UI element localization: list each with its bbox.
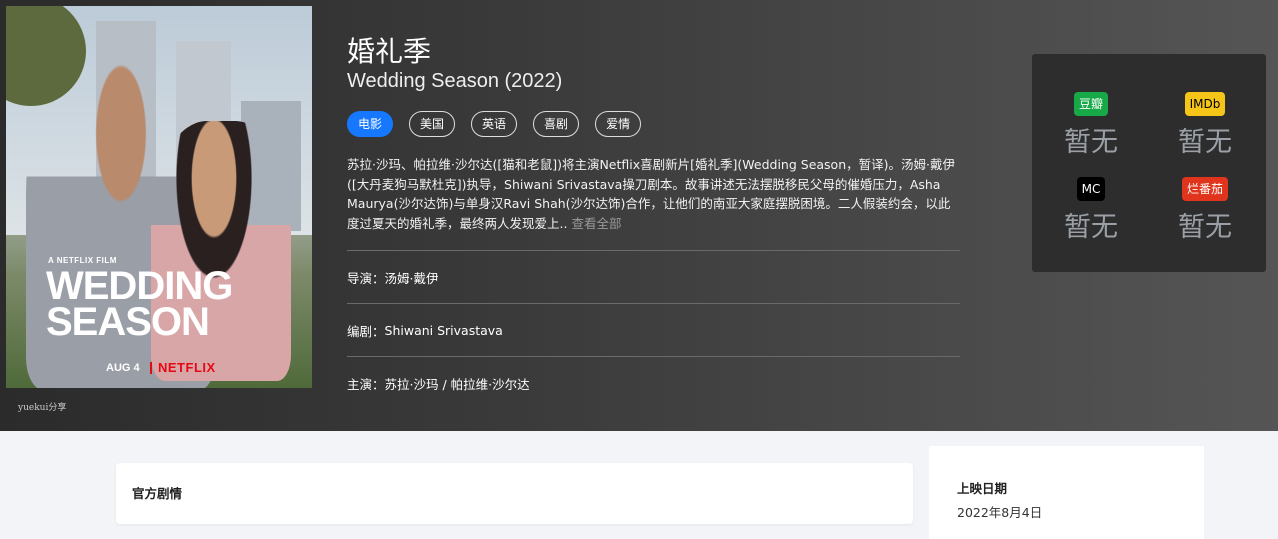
movie-title-en: Wedding Season (2022) xyxy=(347,70,563,92)
poster-title: WEDDING SEASON xyxy=(46,264,233,344)
poster-title-line2: SEASON xyxy=(46,300,210,344)
release-date-value: 2022年8月4日 xyxy=(957,505,1043,520)
summary-text: 苏拉·沙玛、帕拉维·沙尔达([猫和老鼠])将主演Netflix喜剧新片[婚礼季]… xyxy=(347,157,955,231)
poster-title-line1: WEDDING xyxy=(46,264,233,308)
credit-value[interactable]: 苏拉·沙玛 / 帕拉维·沙尔达 xyxy=(385,374,530,393)
credit-value[interactable]: 汤姆·戴伊 xyxy=(385,268,439,287)
tag-movie[interactable]: 电影 xyxy=(347,111,394,137)
rating-score: 暂无 xyxy=(1064,212,1118,243)
official-plot-heading: 官方剧情 xyxy=(132,486,183,501)
movie-title-cn: 婚礼季 xyxy=(347,35,432,68)
rating-score: 暂无 xyxy=(1064,127,1118,158)
release-date-label: 上映日期 xyxy=(957,481,1008,496)
poster-brand: NETFLIX xyxy=(158,360,216,375)
movie-summary: 苏拉·沙玛、帕拉维·沙尔达([猫和老鼠])将主演Netflix喜剧新片[婚礼季]… xyxy=(347,155,959,233)
credits-list: 导演： 汤姆·戴伊 编剧： Shiwani Srivastava 主演： 苏拉·… xyxy=(347,250,960,409)
rating-score: 暂无 xyxy=(1178,212,1232,243)
credit-value[interactable]: Shiwani Srivastava xyxy=(385,323,503,338)
tag-comedy[interactable]: 喜剧 xyxy=(533,111,580,137)
official-plot-card: 官方剧情 xyxy=(116,463,913,524)
credit-label: 导演： xyxy=(347,270,385,286)
tag-romance[interactable]: 爱情 xyxy=(595,111,642,137)
rating-score: 暂无 xyxy=(1178,127,1232,158)
credit-label: 主演： xyxy=(347,376,385,392)
movie-hero: A NETFLIX FILM WEDDING SEASON AUG 4 NETF… xyxy=(0,0,1278,431)
view-all-link[interactable]: 查看全部 xyxy=(571,216,621,231)
douban-icon: 豆瓣 xyxy=(1073,92,1108,116)
watermark-text: yuekui分享 xyxy=(18,403,67,413)
credit-label: 编剧： xyxy=(347,323,385,339)
rating-douban[interactable]: 豆瓣 暂无 xyxy=(1036,92,1146,159)
release-info-card: 上映日期 2022年8月4日 xyxy=(929,446,1204,539)
poster-date: AUG 4 xyxy=(106,362,140,374)
rating-rotten-tomatoes[interactable]: 烂番茄 暂无 xyxy=(1150,177,1260,244)
genre-tag-list: 电影 美国 英语 喜剧 爱情 xyxy=(347,111,642,137)
rating-imdb[interactable]: IMDb 暂无 xyxy=(1150,92,1260,159)
rotten-tomatoes-icon: 烂番茄 xyxy=(1181,177,1228,201)
metacritic-icon: MC xyxy=(1076,177,1106,201)
credit-row-cast: 主演： 苏拉·沙玛 / 帕拉维·沙尔达 xyxy=(347,356,960,409)
credit-row-writer: 编剧： Shiwani Srivastava xyxy=(347,303,960,356)
poster-divider xyxy=(150,362,152,374)
movie-poster[interactable]: A NETFLIX FILM WEDDING SEASON AUG 4 NETF… xyxy=(6,6,312,388)
ratings-panel: 豆瓣 暂无 IMDb 暂无 MC 暂无 烂番茄 暂无 xyxy=(1032,54,1266,272)
imdb-icon: IMDb xyxy=(1184,92,1226,116)
tag-english[interactable]: 英语 xyxy=(471,111,518,137)
tag-usa[interactable]: 美国 xyxy=(409,111,456,137)
credit-row-director: 导演： 汤姆·戴伊 xyxy=(347,250,960,303)
rating-metacritic[interactable]: MC 暂无 xyxy=(1036,177,1146,244)
